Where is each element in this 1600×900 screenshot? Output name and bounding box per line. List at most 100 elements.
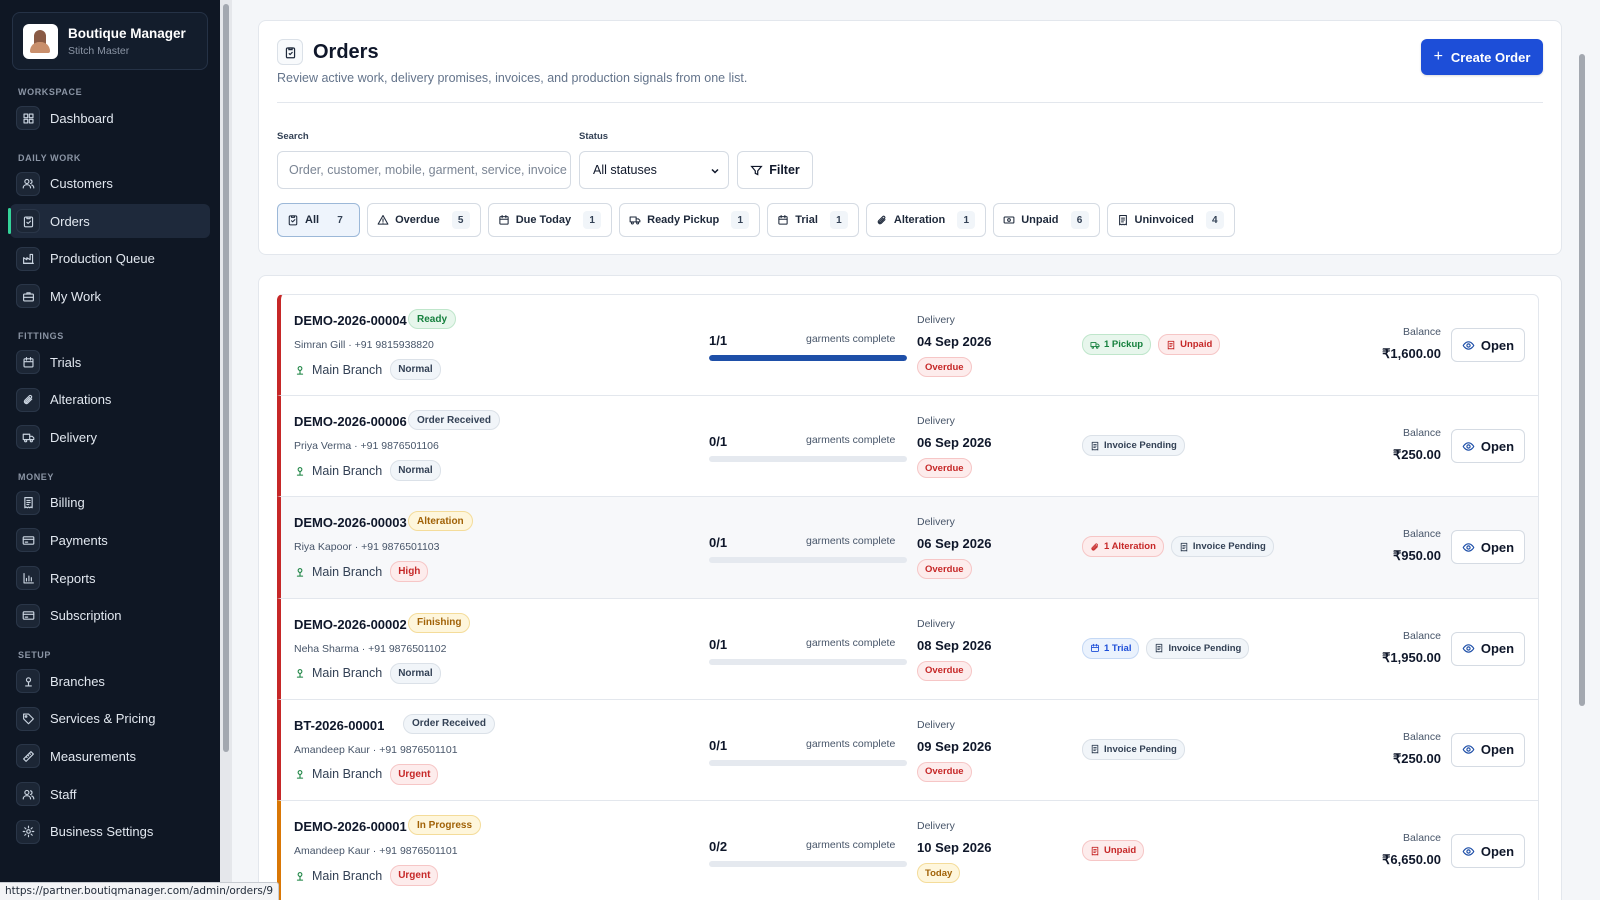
garment-progress-bar [709, 861, 907, 867]
filter-chip-all[interactable]: All 7 [277, 203, 361, 237]
brand-name: Boutique Manager [68, 25, 186, 41]
paperclip-icon [877, 215, 886, 225]
sidebar-item-label: Payments [50, 532, 108, 548]
garment-count: 0/1 [709, 535, 728, 551]
sidebar-item-customers[interactable]: Customers [10, 167, 210, 201]
sidebar-item-label: Production Queue [50, 251, 155, 267]
order-number[interactable]: DEMO-2026-00002 [294, 617, 407, 632]
balance-label: Balance [1403, 832, 1441, 844]
status-badge: Ready [408, 309, 457, 329]
sidebar-item-business-settings[interactable]: Business Settings [10, 815, 210, 849]
sidebar-item-orders[interactable]: Orders [8, 204, 210, 239]
customer-info: Amandeep Kaur · +91 9876501101 [294, 743, 458, 756]
order-number[interactable]: BT-2026-00001 [294, 718, 384, 733]
signal-badge: Invoice Pending [1170, 536, 1274, 558]
brand-logo [23, 23, 58, 59]
open-order-button[interactable]: Open [1451, 328, 1525, 362]
filter-chip-overdue[interactable]: Overdue 5 [367, 203, 481, 237]
open-order-button[interactable]: Open [1451, 530, 1525, 565]
signal-badge: Unpaid [1158, 334, 1221, 355]
filter-chip-trial[interactable]: Trial 1 [767, 203, 859, 237]
sidebar-item-branches[interactable]: Branches [10, 664, 210, 698]
eye-icon [1462, 543, 1475, 552]
sidebar-item-payments[interactable]: Payments [10, 523, 210, 557]
brand-card[interactable]: Boutique Manager Stitch Master [12, 12, 208, 70]
filter-chip-unpaid[interactable]: Unpaid 6 [993, 203, 1100, 237]
sidebar-item-trials[interactable]: Trials [10, 345, 210, 379]
chip-count: 1 [583, 211, 602, 229]
filter-button[interactable]: Filter [737, 151, 813, 189]
sidebar-item-my-work[interactable]: My Work [10, 279, 210, 313]
chip-count: 7 [337, 214, 343, 226]
signal-badges: Invoice Pending [1082, 738, 1185, 760]
chip-label: Trial [795, 214, 818, 226]
status-select[interactable]: All statuses [579, 151, 729, 189]
delivery-label: Delivery [917, 314, 955, 326]
chip-count: 4 [1205, 211, 1224, 229]
garments-label: garments complete [806, 636, 896, 649]
sidebar-item-measurements[interactable]: Measurements [10, 739, 210, 773]
sidebar-item-reports[interactable]: Reports [10, 561, 210, 595]
sidebar-item-alterations[interactable]: Alterations [10, 383, 210, 417]
nav-section-label: Money [18, 471, 55, 482]
truck-icon [1090, 341, 1100, 349]
receipt-icon [1091, 441, 1099, 451]
status-badge: Alteration [408, 511, 473, 532]
filter-chip-ready-pickup[interactable]: Ready Pickup 1 [619, 203, 761, 237]
tag-icon [22, 713, 34, 725]
location-icon [296, 466, 304, 476]
open-label: Open [1480, 843, 1515, 859]
order-number[interactable]: DEMO-2026-00006 [294, 414, 407, 429]
status-url: https://partner.boutiqmanager.com/admin/… [0, 882, 280, 900]
order-row[interactable]: DEMO-2026-00004 Ready Simran Gill · +91 98… [277, 294, 1539, 397]
filter-chip-due-today[interactable]: Due Today 1 [487, 203, 613, 237]
sidebar-item-delivery[interactable]: Delivery [10, 420, 210, 454]
sidebar-item-subscription[interactable]: Subscription [10, 599, 210, 633]
sidebar-item-label: Customers [50, 176, 113, 192]
sidebar-item-dashboard[interactable]: Dashboard [10, 101, 210, 135]
branch-info: Main Branch High [294, 561, 429, 583]
chip-count: 1 [731, 211, 750, 229]
chevron-down-icon [711, 168, 719, 174]
main-scrollbar[interactable] [1576, 0, 1588, 900]
location-icon [296, 770, 304, 779]
status-badge: Finishing [408, 612, 471, 633]
sidebar-item-staff[interactable]: Staff [10, 777, 210, 811]
open-label: Open [1480, 641, 1515, 657]
delivery-label: Delivery [917, 718, 955, 731]
chip-count: 1 [957, 211, 976, 229]
order-row[interactable]: DEMO-2026-00003 Alteration Riya Kapoor · +… [277, 496, 1539, 600]
garments-label: garments complete [806, 839, 896, 851]
order-number[interactable]: DEMO-2026-00004 [294, 313, 407, 328]
create-order-button[interactable]: + Create Order [1421, 39, 1543, 75]
sidebar-item-services-pricing[interactable]: Services & Pricing [10, 702, 210, 736]
branch-name: Main Branch [312, 362, 383, 377]
sidebar-scrollbar[interactable] [220, 0, 232, 900]
balance-amount: ₹1,950.00 [1382, 649, 1441, 665]
order-row[interactable]: DEMO-2026-00001 In Progress Amandeep Kaur … [277, 800, 1539, 900]
order-number[interactable]: DEMO-2026-00001 [294, 819, 407, 834]
order-number[interactable]: DEMO-2026-00003 [294, 515, 407, 530]
garment-count: 1/1 [709, 333, 728, 348]
open-order-button[interactable]: Open [1451, 834, 1525, 868]
nav-section-label: Daily Work [18, 152, 82, 163]
receipt-icon [1091, 846, 1099, 855]
open-order-button[interactable]: Open [1451, 631, 1525, 666]
priority-badge: Urgent [390, 865, 439, 886]
garment-count: 0/1 [709, 434, 728, 450]
order-row[interactable]: BT-2026-00001 Order Received Amandeep Kaur… [277, 698, 1539, 802]
sidebar-item-billing[interactable]: Billing [10, 486, 210, 520]
priority-badge: Normal [390, 359, 441, 380]
clipboard-icon [23, 216, 33, 228]
order-row[interactable]: DEMO-2026-00006 Order Received Priya Verma… [277, 395, 1539, 499]
order-row[interactable]: DEMO-2026-00002 Finishing Neha Sharma · +9… [277, 597, 1539, 701]
search-input[interactable]: Order, customer, mobile, garment, servic… [277, 151, 571, 189]
open-order-button[interactable]: Open [1451, 732, 1525, 767]
priority-badge: Normal [390, 662, 441, 684]
filter-chip-alteration[interactable]: Alteration 1 [865, 203, 987, 237]
branch-info: Main Branch Normal [294, 460, 441, 482]
open-order-button[interactable]: Open [1451, 429, 1525, 464]
sidebar-item-production-queue[interactable]: Production Queue [10, 242, 210, 276]
signal-badge: Invoice Pending [1146, 637, 1250, 659]
filter-chip-uninvoiced[interactable]: Uninvoiced 4 [1106, 203, 1235, 237]
